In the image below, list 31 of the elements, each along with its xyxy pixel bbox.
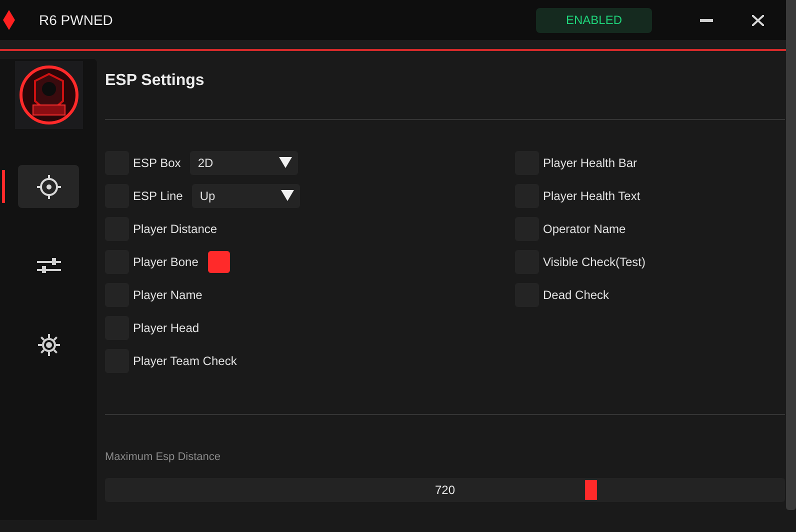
option-label: ESP Box bbox=[133, 154, 181, 172]
option-label: Visible Check(Test) bbox=[543, 254, 646, 270]
window-title: R6 PWNED bbox=[39, 10, 113, 30]
nav-tab[interactable] bbox=[18, 165, 79, 208]
option-label: Player Distance bbox=[133, 220, 218, 238]
distance-slider[interactable]: 720 bbox=[105, 478, 785, 502]
status-badge: ENABLED bbox=[536, 8, 652, 32]
option-label: Player Health Bar bbox=[543, 154, 638, 172]
option-label: ESP Line bbox=[133, 188, 183, 204]
dropdown[interactable]: Up bbox=[192, 184, 300, 208]
slider-value: 720 bbox=[434, 482, 456, 498]
caret-icon bbox=[280, 190, 294, 201]
option-label: Operator Name bbox=[543, 220, 626, 238]
section-title: ESP Settings bbox=[105, 71, 206, 91]
slider-label: Maximum Esp Distance bbox=[105, 450, 222, 465]
slider-thumb[interactable] bbox=[585, 480, 598, 500]
caret-icon bbox=[278, 157, 292, 168]
diamond-icon bbox=[3, 10, 15, 30]
option-label: Player Bone bbox=[133, 254, 198, 270]
option-label: Player Name bbox=[133, 286, 202, 304]
crosshair-icon bbox=[36, 174, 62, 200]
option-label: Dead Check bbox=[543, 286, 610, 304]
option-label: Player Head bbox=[133, 320, 200, 336]
dropdown[interactable]: 2D bbox=[190, 150, 298, 174]
gear-icon bbox=[36, 332, 60, 356]
color-swatch[interactable] bbox=[208, 250, 230, 272]
scrollbar[interactable] bbox=[786, 0, 796, 510]
option-label: Player Team Check bbox=[133, 352, 237, 370]
minimize-icon bbox=[700, 18, 712, 22]
close-icon bbox=[752, 14, 764, 26]
option-label: Player Health Text bbox=[543, 188, 640, 204]
